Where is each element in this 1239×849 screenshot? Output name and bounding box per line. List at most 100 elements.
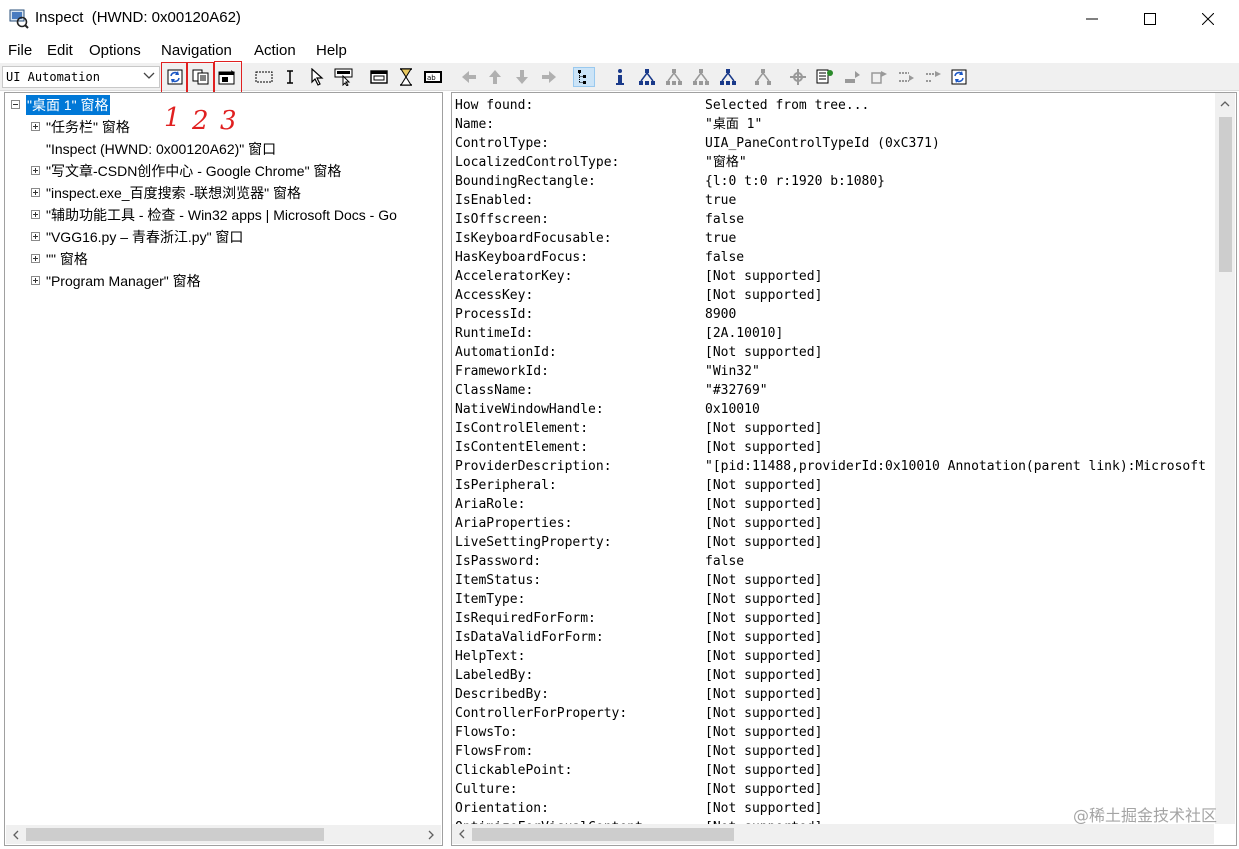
action-1-button[interactable] [841,67,863,87]
property-value: {l:0 t:0 r:1920 b:1080} [705,174,886,189]
rectangle-icon [255,71,273,83]
expand-icon[interactable] [31,232,40,241]
tree-item-label: "桌面 1" 窗格 [26,95,110,115]
tree-first-child-icon [666,69,682,85]
properties-horizontal-scrollbar[interactable] [452,824,1214,844]
svg-text:ab: ab [427,74,436,82]
property-name: FlowsTo: [455,725,518,740]
properties-vertical-thumb[interactable] [1219,117,1232,272]
window-frame-button[interactable] [368,67,390,87]
element-tree[interactable]: "桌面 1" 窗格 "任务栏" 窗格 "Inspect (HWND: 0x00120… [4,92,443,846]
property-name: LabeledBy: [455,668,534,683]
tree-item-label: "Program Manager" 窗格 [46,273,201,289]
scroll-left-icon[interactable] [8,827,24,843]
menu-action[interactable]: Action [254,42,296,59]
nav-right-button[interactable] [538,67,560,87]
tree-item[interactable]: "Program Manager" 窗格 [5,271,442,291]
property-name: IsRequiredForForm: [455,611,596,626]
property-value: "窗格" [705,155,747,170]
nav-up-button[interactable] [484,67,506,87]
tree-settings-button[interactable] [814,67,836,87]
property-name: How found: [455,98,534,113]
menu-file[interactable]: File [8,42,32,59]
rectangle-button[interactable] [253,67,275,87]
expand-icon[interactable] [31,122,40,131]
menu-navigation[interactable]: Navigation [161,42,232,59]
menu-options[interactable]: Options [89,42,141,59]
nav-down-icon [516,70,528,84]
collapse-icon[interactable] [11,100,20,109]
expand-icon[interactable] [31,188,40,197]
action-2-button[interactable] [868,67,890,87]
property-value: 8900 [705,307,737,322]
pointer-icon [311,68,324,86]
tree-next-icon [693,69,709,85]
close-button[interactable] [1179,0,1237,38]
property-value: UIA_PaneControlTypeId (0xC371) [705,136,940,151]
tree-item[interactable]: "辅助功能工具 - 检查 - Win32 apps | Microsoft Do… [5,205,442,225]
tree-item[interactable]: "写文章-CSDN创作中心 - Google Chrome" 窗格 [5,161,442,181]
property-value: true [705,193,737,208]
properties-pane[interactable]: How found: Selected from tree... Name: "桌面 … [451,92,1237,846]
tree-prev-button[interactable] [717,67,739,87]
scroll-right-icon[interactable] [423,827,439,843]
property-value: Selected from tree... [705,98,870,113]
property-name: IsPeripheral: [455,478,557,493]
text-cursor-button[interactable] [279,67,301,87]
hourglass-button[interactable] [395,67,417,87]
tree-item[interactable]: "VGG16.py – 青春浙江.py" 窗口 [5,227,442,247]
properties-vertical-scrollbar[interactable] [1215,93,1235,824]
tree-horizontal-scrollbar[interactable] [6,825,441,844]
text-box-button[interactable]: ab [422,67,444,87]
property-name: AriaRole: [455,497,526,512]
property-value: [Not supported] [705,288,823,303]
tree-view-icon [578,70,586,84]
property-value: [Not supported] [705,611,823,626]
maximize-button[interactable] [1121,0,1179,38]
menu-edit[interactable]: Edit [47,42,73,59]
title-bar: Inspect (HWND: 0x00120A62) [0,0,1239,38]
close-icon [1202,13,1214,25]
scroll-left-icon[interactable] [454,826,470,842]
tree-horizontal-thumb[interactable] [26,828,324,841]
action-4-button[interactable] [922,67,944,87]
property-name: ClickablePoint: [455,763,573,778]
settings-button[interactable] [787,67,809,87]
pointer-button[interactable] [306,67,328,87]
info-button[interactable] [609,67,631,87]
tree-last-button[interactable] [752,67,774,87]
minimize-button[interactable] [1063,0,1121,38]
nav-down-button[interactable] [511,67,533,87]
property-name: FlowsFrom: [455,744,534,759]
tree-item[interactable]: "inspect.exe_百度搜索 -联想浏览器" 窗格 [5,183,442,203]
tree-view-button[interactable] [573,67,595,87]
menu-bar: File Edit Options Navigation Action Help [0,38,1239,63]
tree-item[interactable]: "" 窗格 [5,249,442,269]
focus-track-button[interactable] [333,67,355,87]
action-3-button[interactable] [895,67,917,87]
expand-icon[interactable] [31,254,40,263]
property-name: HasKeyboardFocus: [455,250,589,265]
property-name: ItemType: [455,592,526,607]
text-cursor-icon [287,70,293,84]
expand-icon[interactable] [31,276,40,285]
properties-horizontal-thumb[interactable] [472,828,734,841]
tree-first-child-button[interactable] [663,67,685,87]
tree-last-icon [755,69,771,85]
annotation-3: 3 [220,106,237,136]
expand-icon[interactable] [31,210,40,219]
tree-prev-icon [720,69,736,85]
nav-left-button[interactable] [458,67,480,87]
refresh-2-button[interactable] [948,67,970,87]
tree-next-button[interactable] [690,67,712,87]
property-value: [Not supported] [705,744,823,759]
menu-help[interactable]: Help [316,42,347,59]
mode-dropdown[interactable]: UI Automation [2,66,160,88]
tree-parent-button[interactable] [636,67,658,87]
mode-dropdown-value: UI Automation [6,70,100,84]
scroll-up-icon[interactable] [1217,96,1233,112]
expand-icon[interactable] [31,166,40,175]
tree-item[interactable]: "Inspect (HWND: 0x00120A62)" 窗口 [5,139,442,159]
settings-icon [790,69,806,85]
property-value: [Not supported] [705,687,823,702]
